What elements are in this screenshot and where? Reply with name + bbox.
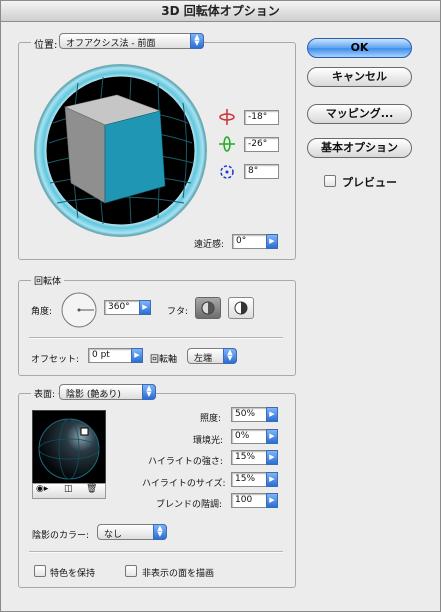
preview-checkbox[interactable] — [324, 175, 336, 187]
blend-steps-slider-button[interactable]: ▶ — [266, 493, 278, 508]
light-intensity-input[interactable]: 50% — [231, 407, 267, 422]
light-sphere-preview[interactable] — [32, 410, 106, 484]
perspective-slider-button[interactable]: ▶ — [266, 234, 278, 249]
chevron-updown-icon: ▲ ▼ — [190, 33, 204, 49]
draw-hidden-label: 非表示の面を描画 — [142, 569, 215, 579]
track-cube-widget[interactable] — [33, 63, 208, 238]
highlight-size-input[interactable]: 15% — [231, 472, 267, 487]
new-light-icon[interactable]: ◫ — [64, 484, 73, 494]
shading-color-value: なし — [104, 530, 123, 540]
shading-color-label: 陰影のカラー: — [32, 531, 90, 541]
light-handle — [80, 427, 89, 436]
ambient-label: 環境光: — [193, 436, 224, 446]
rotate-z-icon — [220, 165, 234, 179]
highlight-size-label: ハイライトのサイズ: — [142, 479, 226, 489]
axis-label: 回転軸 — [150, 355, 178, 365]
ambient-slider-button[interactable]: ▶ — [266, 429, 278, 444]
cap-label: フタ: — [167, 307, 189, 317]
cap-off-button[interactable] — [228, 297, 254, 319]
axis-value: 左端 — [194, 354, 213, 364]
mapping-button[interactable]: マッピング... — [307, 104, 412, 124]
angle-slider-button[interactable]: ▶ — [139, 300, 151, 315]
highlight-size-slider-button[interactable]: ▶ — [266, 472, 278, 487]
chevron-updown-icon: ▲ ▼ — [223, 348, 237, 364]
surface-divider — [29, 551, 283, 553]
rotate-z-input[interactable]: 8° — [244, 164, 279, 179]
preserve-spot-label: 特色を保持 — [50, 569, 96, 579]
cap-off-icon — [234, 301, 248, 315]
rotate-x-input[interactable]: -18° — [244, 110, 279, 125]
rotate-y-input[interactable]: -26° — [244, 137, 279, 152]
surface-label: 表面: — [31, 387, 59, 400]
rotate-x-icon — [219, 109, 235, 125]
position-label: 位置: — [31, 36, 61, 51]
light-toolbar: ◉▸ ◫ 🗑 — [32, 483, 106, 499]
highlight-intensity-input[interactable]: 15% — [231, 450, 267, 465]
offset-slider-button[interactable]: ▶ — [131, 348, 143, 363]
light-intensity-label: 照度: — [200, 414, 222, 424]
angle-label: 角度: — [31, 307, 53, 317]
cancel-button[interactable]: キャンセル — [307, 67, 412, 87]
angle-input[interactable]: 360° — [104, 300, 140, 315]
preview-label: プレビュー — [342, 176, 397, 189]
dialog-window: 3D 回転体オプション 位置: オフアクシス法 - 前面 ▲ ▼ -18° -2… — [0, 0, 441, 612]
light-intensity-slider-button[interactable]: ▶ — [266, 407, 278, 422]
offset-input[interactable]: 0 pt — [88, 348, 132, 363]
angle-dial[interactable] — [60, 291, 98, 329]
sphere-graphic — [38, 418, 100, 480]
trash-icon[interactable]: 🗑 — [86, 484, 97, 494]
cap-on-button[interactable] — [195, 297, 221, 319]
preserve-spot-checkbox[interactable] — [34, 565, 46, 577]
highlight-intensity-slider-button[interactable]: ▶ — [266, 450, 278, 465]
shading-color-select[interactable]: なし ▲ ▼ — [97, 524, 167, 540]
basic-options-button[interactable]: 基本オプション — [307, 138, 412, 158]
chevron-updown-icon: ▲ ▼ — [142, 384, 156, 400]
highlight-intensity-label: ハイライトの強さ: — [148, 457, 223, 467]
surface-select[interactable]: 陰影 (艶あり) ▲ ▼ — [59, 384, 156, 400]
cap-on-icon — [201, 301, 215, 315]
surface-value: 陰影 (艶あり) — [66, 390, 121, 400]
ambient-input[interactable]: 0% — [231, 429, 267, 444]
blend-steps-input[interactable]: 100 — [231, 493, 267, 508]
offset-label: オフセット: — [31, 355, 80, 365]
axis-select[interactable]: 左端 ▲ ▼ — [187, 348, 237, 364]
draw-hidden-checkbox[interactable] — [125, 565, 137, 577]
window-title: 3D 回転体オプション — [1, 1, 440, 22]
perspective-input[interactable]: 0° — [232, 234, 267, 249]
revolve-label: 回転体 — [31, 274, 65, 287]
rotate-y-icon — [219, 136, 235, 152]
ok-button[interactable]: OK — [307, 38, 412, 58]
move-light-back-icon[interactable]: ◉▸ — [36, 484, 48, 494]
chevron-updown-icon: ▲ ▼ — [153, 524, 167, 540]
perspective-label: 遠近感: — [194, 240, 225, 250]
position-preset-select[interactable]: オフアクシス法 - 前面 ▲ ▼ — [59, 33, 204, 49]
revolve-divider — [29, 337, 283, 339]
blend-steps-label: ブレンドの階調: — [156, 500, 223, 510]
position-preset-value: オフアクシス法 - 前面 — [66, 39, 156, 49]
